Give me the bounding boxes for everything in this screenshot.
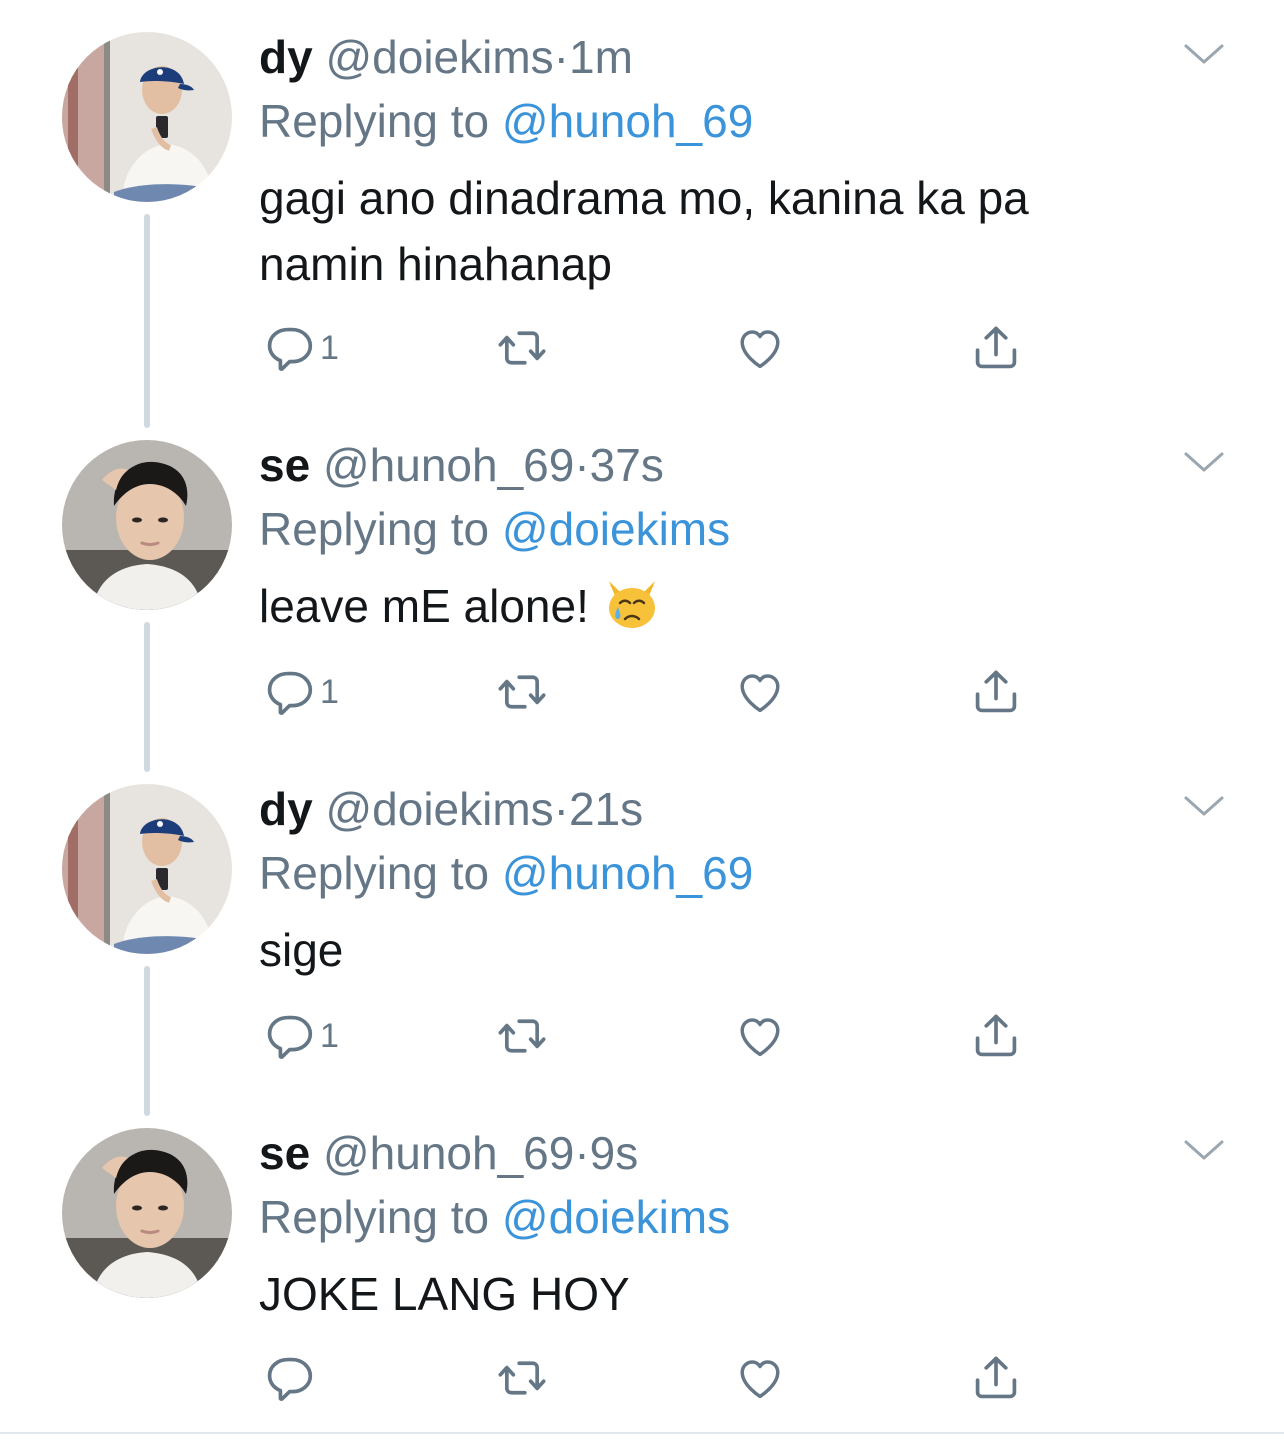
tweet-header: se @hunoh_69·37s	[259, 438, 664, 492]
display-name[interactable]: dy	[259, 31, 313, 83]
avatar[interactable]	[62, 784, 232, 954]
reply-icon	[262, 1010, 314, 1062]
username-handle[interactable]: @hunoh_69	[323, 439, 574, 491]
replying-to-link[interactable]: @hunoh_69	[502, 847, 753, 899]
reply-count: 1	[320, 1016, 339, 1055]
replying-to-link[interactable]: @hunoh_69	[502, 95, 753, 147]
separator-dot: ·	[574, 1127, 590, 1179]
retweet-icon	[496, 322, 548, 374]
heart-icon	[734, 1010, 786, 1062]
chevron-down-icon[interactable]	[1182, 1136, 1226, 1166]
share-button[interactable]	[970, 1008, 1022, 1064]
timestamp[interactable]: 21s	[569, 783, 643, 835]
share-icon	[970, 666, 1022, 718]
separator-dot: ·	[574, 439, 590, 491]
replying-to-line: Replying to @doiekims	[259, 502, 730, 556]
tweet[interactable]: se @hunoh_69·9s Replying to @doiekims JO…	[0, 1096, 1284, 1440]
tweet-header: dy @doiekims·21s	[259, 782, 643, 836]
replying-to-label: Replying to	[259, 847, 490, 899]
bottom-divider	[0, 1432, 1284, 1434]
retweet-button[interactable]	[496, 320, 548, 376]
like-button[interactable]	[734, 1350, 786, 1406]
tweet-actions: 1	[0, 664, 1284, 724]
tweet-text-row: leave mE alone!	[259, 573, 1159, 639]
tweet[interactable]: dy @doiekims·21s Replying to @hunoh_69 s…	[0, 752, 1284, 1096]
heart-icon	[734, 666, 786, 718]
retweet-icon	[496, 666, 548, 718]
username-handle[interactable]: @doiekims	[325, 31, 553, 83]
reply-count: 1	[320, 672, 339, 711]
chevron-down-icon[interactable]	[1182, 40, 1226, 70]
retweet-icon	[496, 1010, 548, 1062]
reply-button[interactable]: 1	[262, 664, 339, 720]
share-icon	[970, 322, 1022, 374]
replying-to-link[interactable]: @doiekims	[502, 503, 730, 555]
share-button[interactable]	[970, 1350, 1022, 1406]
conversation-thread: dy @doiekims·1m Replying to @hunoh_69 ga…	[0, 0, 1284, 1436]
reply-button[interactable]	[262, 1350, 320, 1406]
retweet-icon	[496, 1352, 548, 1404]
like-button[interactable]	[734, 1008, 786, 1064]
like-button[interactable]	[734, 320, 786, 376]
tweet-text: leave mE alone!	[259, 580, 589, 632]
separator-dot: ·	[553, 31, 569, 83]
heart-icon	[734, 1352, 786, 1404]
replying-to-link[interactable]: @doiekims	[502, 1191, 730, 1243]
share-icon	[970, 1010, 1022, 1062]
timestamp[interactable]: 37s	[590, 439, 664, 491]
replying-to-label: Replying to	[259, 95, 490, 147]
separator-dot: ·	[553, 783, 569, 835]
tweet-actions	[0, 1350, 1284, 1410]
chevron-down-icon[interactable]	[1182, 448, 1226, 478]
replying-to-line: Replying to @doiekims	[259, 1190, 730, 1244]
tweet-text: gagi ano dinadrama mo, kanina ka pa nami…	[259, 172, 1029, 290]
tweet-header: dy @doiekims·1m	[259, 30, 633, 84]
timestamp[interactable]: 1m	[569, 31, 633, 83]
like-button[interactable]	[734, 664, 786, 720]
tweet[interactable]: dy @doiekims·1m Replying to @hunoh_69 ga…	[0, 0, 1284, 344]
reply-icon	[262, 322, 314, 374]
tweet[interactable]: se @hunoh_69·37s Replying to @doiekims l…	[0, 408, 1284, 752]
display-name[interactable]: dy	[259, 783, 313, 835]
chevron-down-icon[interactable]	[1182, 792, 1226, 822]
heart-icon	[734, 322, 786, 374]
reply-button[interactable]: 1	[262, 1008, 339, 1064]
username-handle[interactable]: @hunoh_69	[323, 1127, 574, 1179]
share-button[interactable]	[970, 664, 1022, 720]
tweet-text: JOKE LANG HOY	[259, 1268, 630, 1320]
retweet-button[interactable]	[496, 1350, 548, 1406]
reply-button[interactable]: 1	[262, 320, 339, 376]
replying-to-line: Replying to @hunoh_69	[259, 94, 753, 148]
crying-cat-face-icon	[608, 580, 655, 628]
reply-count: 1	[320, 328, 339, 367]
tweet-text: sige	[259, 924, 344, 976]
share-icon	[970, 1352, 1022, 1404]
avatar[interactable]	[62, 1128, 232, 1298]
display-name[interactable]: se	[259, 1127, 310, 1179]
avatar[interactable]	[62, 32, 232, 202]
tweet-actions: 1	[0, 1008, 1284, 1068]
timestamp[interactable]: 9s	[590, 1127, 639, 1179]
retweet-button[interactable]	[496, 1008, 548, 1064]
display-name[interactable]: se	[259, 439, 310, 491]
replying-to-label: Replying to	[259, 503, 490, 555]
reply-icon	[262, 666, 314, 718]
reply-icon	[262, 1352, 314, 1404]
tweet-actions: 1	[0, 320, 1284, 380]
avatar[interactable]	[62, 440, 232, 610]
replying-to-label: Replying to	[259, 1191, 490, 1243]
retweet-button[interactable]	[496, 664, 548, 720]
replying-to-line: Replying to @hunoh_69	[259, 846, 753, 900]
share-button[interactable]	[970, 320, 1022, 376]
tweet-header: se @hunoh_69·9s	[259, 1126, 638, 1180]
username-handle[interactable]: @doiekims	[325, 783, 553, 835]
